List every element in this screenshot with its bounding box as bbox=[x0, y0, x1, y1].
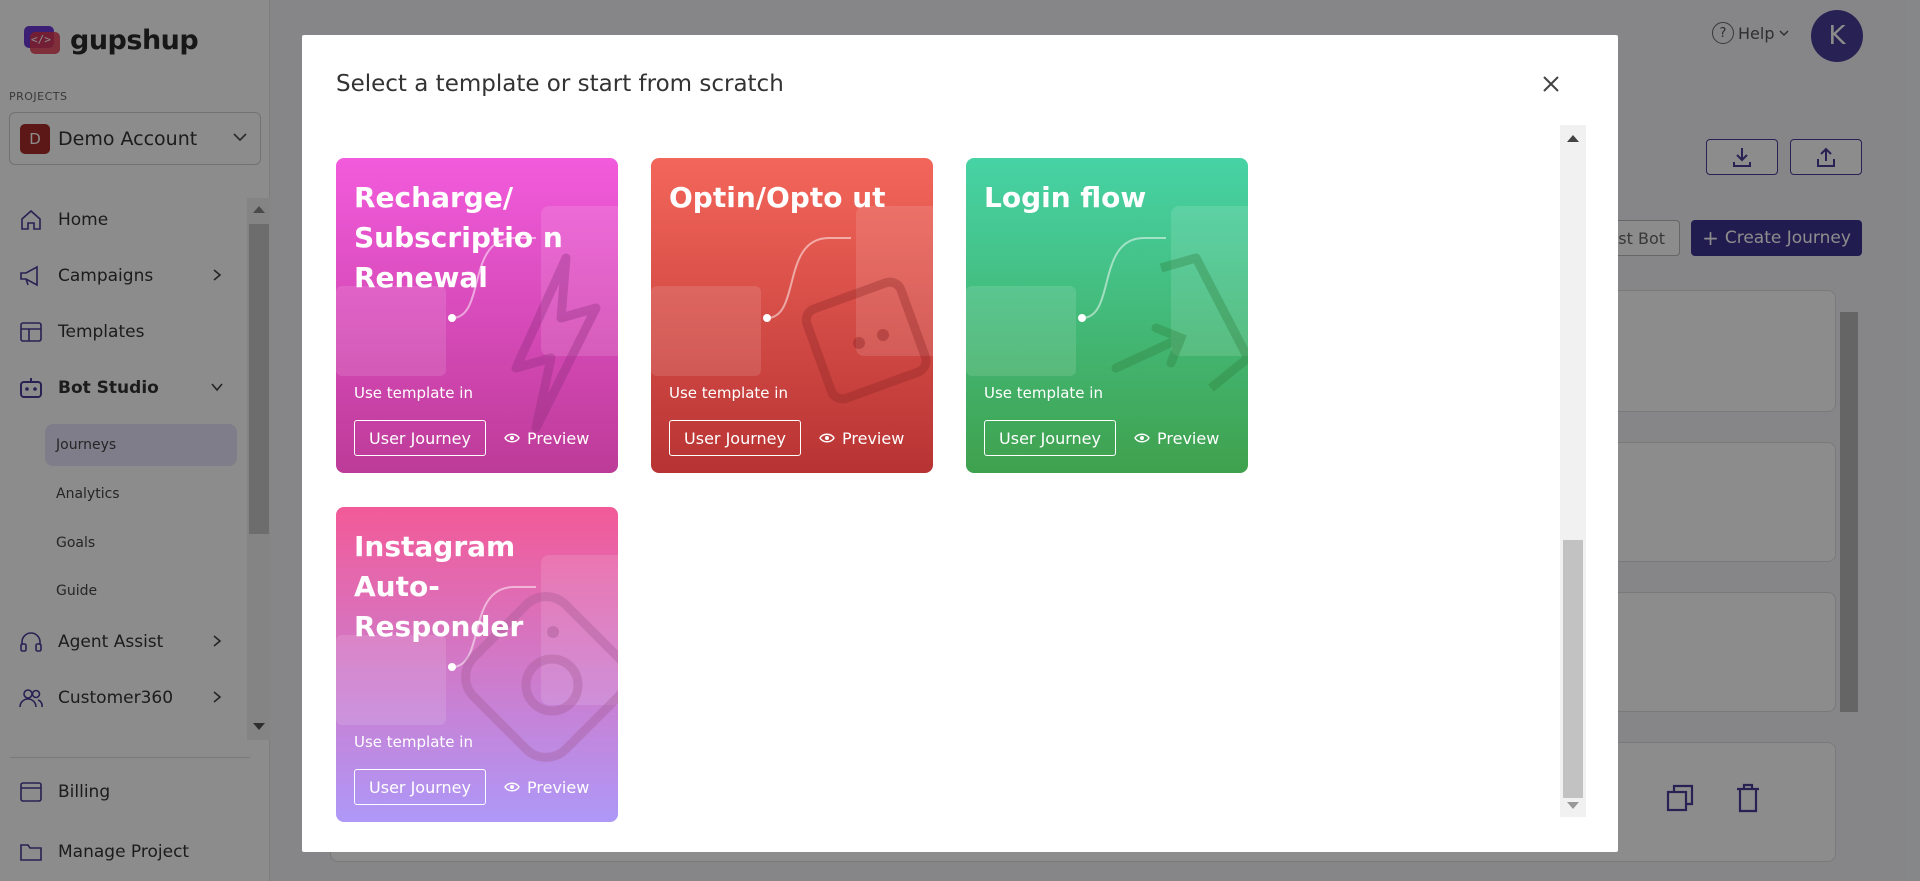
eye-icon bbox=[819, 433, 835, 443]
user-journey-button[interactable]: User Journey bbox=[354, 420, 486, 456]
template-card-optin-optout[interactable]: Optin/Opto ut Use template in User Journ… bbox=[651, 158, 933, 473]
scrollbar-thumb[interactable] bbox=[1563, 540, 1583, 798]
template-title: Instagram Auto-Responder bbox=[354, 530, 524, 643]
eye-icon bbox=[1134, 433, 1150, 443]
scroll-up-arrow[interactable] bbox=[1567, 135, 1579, 142]
use-template-label: Use template in bbox=[354, 384, 473, 402]
template-title: Optin/Opto ut bbox=[669, 181, 886, 214]
preview-button[interactable]: Preview bbox=[819, 420, 904, 456]
template-card-login-flow[interactable]: Login flow Use template in User Journey … bbox=[966, 158, 1248, 473]
preview-button[interactable]: Preview bbox=[504, 420, 589, 456]
eye-icon bbox=[504, 782, 520, 792]
template-modal: Select a template or start from scratch … bbox=[302, 35, 1618, 852]
preview-label: Preview bbox=[527, 777, 590, 797]
close-icon[interactable] bbox=[1540, 73, 1562, 95]
preview-label: Preview bbox=[842, 428, 905, 448]
template-title: Login flow bbox=[984, 181, 1147, 214]
template-card-recharge[interactable]: Recharge/ Subscriptio n Renewal Use temp… bbox=[336, 158, 618, 473]
use-template-label: Use template in bbox=[354, 733, 473, 751]
user-journey-button[interactable]: User Journey bbox=[669, 420, 801, 456]
preview-button[interactable]: Preview bbox=[504, 769, 589, 805]
use-template-label: Use template in bbox=[669, 384, 788, 402]
template-title: Recharge/ Subscriptio n Renewal bbox=[354, 181, 563, 294]
scroll-down-arrow[interactable] bbox=[1567, 802, 1579, 809]
preview-button[interactable]: Preview bbox=[1134, 420, 1219, 456]
preview-label: Preview bbox=[527, 428, 590, 448]
use-template-label: Use template in bbox=[984, 384, 1103, 402]
modal-scrollbar[interactable] bbox=[1560, 125, 1586, 817]
modal-title: Select a template or start from scratch bbox=[336, 71, 784, 97]
user-journey-button[interactable]: User Journey bbox=[354, 769, 486, 805]
user-journey-button[interactable]: User Journey bbox=[984, 420, 1116, 456]
eye-icon bbox=[504, 433, 520, 443]
preview-label: Preview bbox=[1157, 428, 1220, 448]
template-card-instagram-auto-responder[interactable]: Instagram Auto-Responder Use template in… bbox=[336, 507, 618, 822]
